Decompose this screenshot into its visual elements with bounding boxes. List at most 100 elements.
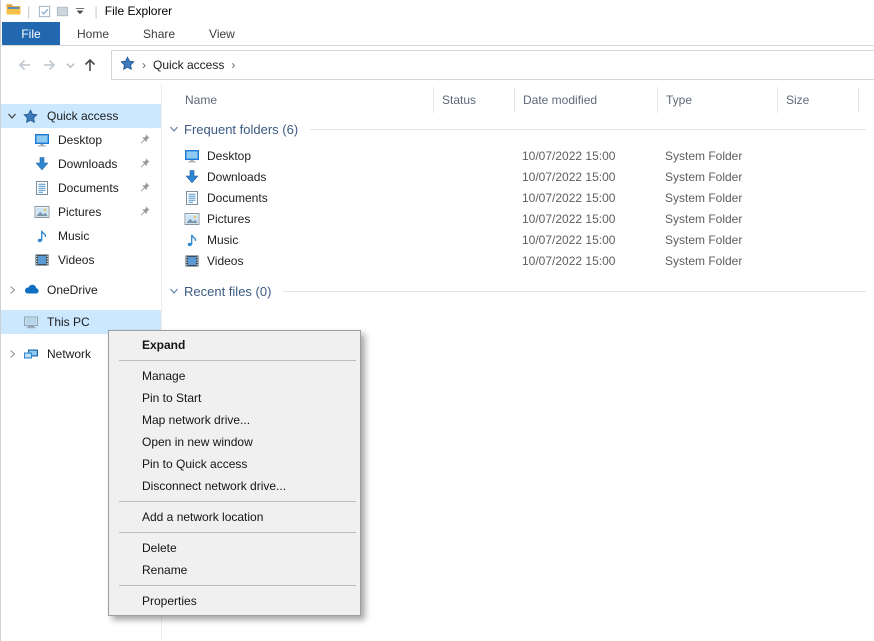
menu-item-pin-to-quick-access[interactable]: Pin to Quick access — [109, 453, 360, 475]
chevron-right-icon[interactable] — [1, 349, 23, 359]
properties-check-icon[interactable] — [35, 2, 53, 20]
titlebar: | | File Explorer — [1, 0, 874, 22]
file-row-music[interactable]: Music 10/07/2022 15:00 System Folder — [162, 229, 874, 250]
pin-icon — [139, 157, 151, 172]
menu-item-add-a-network-location[interactable]: Add a network location — [109, 506, 360, 528]
navigation-bar: › Quick access › — [1, 46, 874, 84]
group-label[interactable]: Frequent folders (6) — [184, 122, 298, 137]
breadcrumb-location[interactable]: Quick access — [153, 58, 224, 72]
desktop-icon — [184, 148, 200, 164]
chevron-right-icon[interactable] — [1, 285, 23, 295]
pin-icon — [139, 181, 151, 196]
column-header-status[interactable]: Status — [433, 87, 514, 113]
file-name: Music — [207, 233, 238, 247]
sidebar-item-music[interactable]: Music — [1, 224, 161, 248]
file-date-modified: 10/07/2022 15:00 — [514, 149, 657, 163]
onedrive-icon — [23, 282, 40, 298]
back-icon[interactable] — [11, 52, 37, 78]
recent-locations-chevron-icon[interactable] — [63, 52, 77, 78]
file-name: Videos — [207, 254, 243, 268]
menu-item-disconnect-network-drive[interactable]: Disconnect network drive... — [109, 475, 360, 497]
column-header-date-modified[interactable]: Date modified — [514, 87, 657, 113]
menu-item-properties[interactable]: Properties — [109, 590, 360, 612]
sidebar-item-desktop[interactable]: Desktop — [1, 128, 161, 152]
pictures-icon — [184, 211, 200, 227]
pictures-icon — [34, 204, 51, 220]
documents-icon — [34, 180, 51, 196]
sidebar-item-label: Music — [58, 229, 89, 243]
forward-icon[interactable] — [37, 52, 63, 78]
file-type: System Folder — [657, 212, 777, 226]
file-row-videos[interactable]: Videos 10/07/2022 15:00 System Folder — [162, 250, 874, 271]
sidebar-item-label: Videos — [58, 253, 94, 267]
documents-icon — [184, 190, 200, 206]
file-explorer-window: | | File Explorer File Home Share View — [0, 0, 874, 641]
menu-separator — [119, 532, 356, 533]
quick-access-star-icon — [120, 56, 135, 74]
menu-item-pin-to-start[interactable]: Pin to Start — [109, 387, 360, 409]
breadcrumb-chevron-icon[interactable]: › — [231, 58, 235, 72]
address-bar[interactable]: › Quick access › — [111, 50, 874, 80]
sidebar-item-videos[interactable]: Videos — [1, 248, 161, 272]
menu-item-map-network-drive[interactable]: Map network drive... — [109, 409, 360, 431]
chevron-down-icon[interactable] — [1, 111, 23, 121]
titlebar-separator: | — [94, 4, 97, 19]
menu-item-delete[interactable]: Delete — [109, 537, 360, 559]
up-icon[interactable] — [77, 52, 103, 78]
chevron-down-icon[interactable] — [169, 122, 179, 137]
new-folder-icon[interactable] — [53, 2, 71, 20]
menu-item-open-in-new-window[interactable]: Open in new window — [109, 431, 360, 453]
tab-file[interactable]: File — [2, 22, 60, 45]
pin-icon — [139, 205, 151, 220]
menu-item-manage[interactable]: Manage — [109, 365, 360, 387]
sidebar-item-label: Desktop — [58, 133, 102, 147]
sidebar-item-label: Downloads — [58, 157, 117, 171]
file-type: System Folder — [657, 149, 777, 163]
titlebar-separator: | — [27, 4, 30, 19]
sidebar-item-label: Quick access — [47, 109, 118, 123]
file-name: Documents — [207, 191, 268, 205]
group-rule — [283, 291, 866, 292]
sidebar-item-quick-access[interactable]: Quick access — [1, 104, 161, 128]
file-type: System Folder — [657, 191, 777, 205]
file-type: System Folder — [657, 233, 777, 247]
sidebar-item-pictures[interactable]: Pictures — [1, 200, 161, 224]
window-title: File Explorer — [105, 4, 172, 18]
column-header-name[interactable]: Name — [162, 87, 433, 113]
file-name: Desktop — [207, 149, 251, 163]
column-header-size[interactable]: Size — [777, 87, 858, 113]
tab-share[interactable]: Share — [126, 22, 192, 45]
file-date-modified: 10/07/2022 15:00 — [514, 254, 657, 268]
column-header-type[interactable]: Type — [657, 87, 777, 113]
file-row-documents[interactable]: Documents 10/07/2022 15:00 System Folder — [162, 187, 874, 208]
customize-toolbar-chevron-icon[interactable] — [71, 2, 89, 20]
file-row-downloads[interactable]: Downloads 10/07/2022 15:00 System Folder — [162, 166, 874, 187]
group-rule — [310, 129, 866, 130]
breadcrumb-chevron-icon[interactable]: › — [142, 58, 146, 72]
group-header-recent-files[interactable]: Recent files (0) — [162, 275, 874, 307]
menu-item-rename[interactable]: Rename — [109, 559, 360, 581]
sidebar-item-documents[interactable]: Documents — [1, 176, 161, 200]
menu-separator — [119, 585, 356, 586]
chevron-right-icon[interactable] — [1, 317, 23, 327]
file-row-desktop[interactable]: Desktop 10/07/2022 15:00 System Folder — [162, 145, 874, 166]
menu-item-expand[interactable]: Expand — [109, 334, 360, 356]
file-explorer-folder-icon — [5, 1, 22, 22]
quick-access-star-icon — [23, 108, 40, 124]
file-row-pictures[interactable]: Pictures 10/07/2022 15:00 System Folder — [162, 208, 874, 229]
desktop-icon — [34, 132, 51, 148]
pin-icon — [139, 133, 151, 148]
file-date-modified: 10/07/2022 15:00 — [514, 233, 657, 247]
chevron-down-icon[interactable] — [169, 284, 179, 299]
sidebar-item-onedrive[interactable]: OneDrive — [1, 278, 161, 302]
videos-icon — [184, 253, 200, 269]
sidebar-item-downloads[interactable]: Downloads — [1, 152, 161, 176]
column-headers: Name Status Date modified Type Size — [162, 87, 874, 113]
file-name: Pictures — [207, 212, 250, 226]
tab-home[interactable]: Home — [60, 22, 126, 45]
group-label[interactable]: Recent files (0) — [184, 284, 271, 299]
group-header-frequent-folders[interactable]: Frequent folders (6) — [162, 113, 874, 145]
column-header-spacer — [858, 87, 874, 113]
tab-view[interactable]: View — [192, 22, 252, 45]
music-icon — [184, 232, 200, 248]
